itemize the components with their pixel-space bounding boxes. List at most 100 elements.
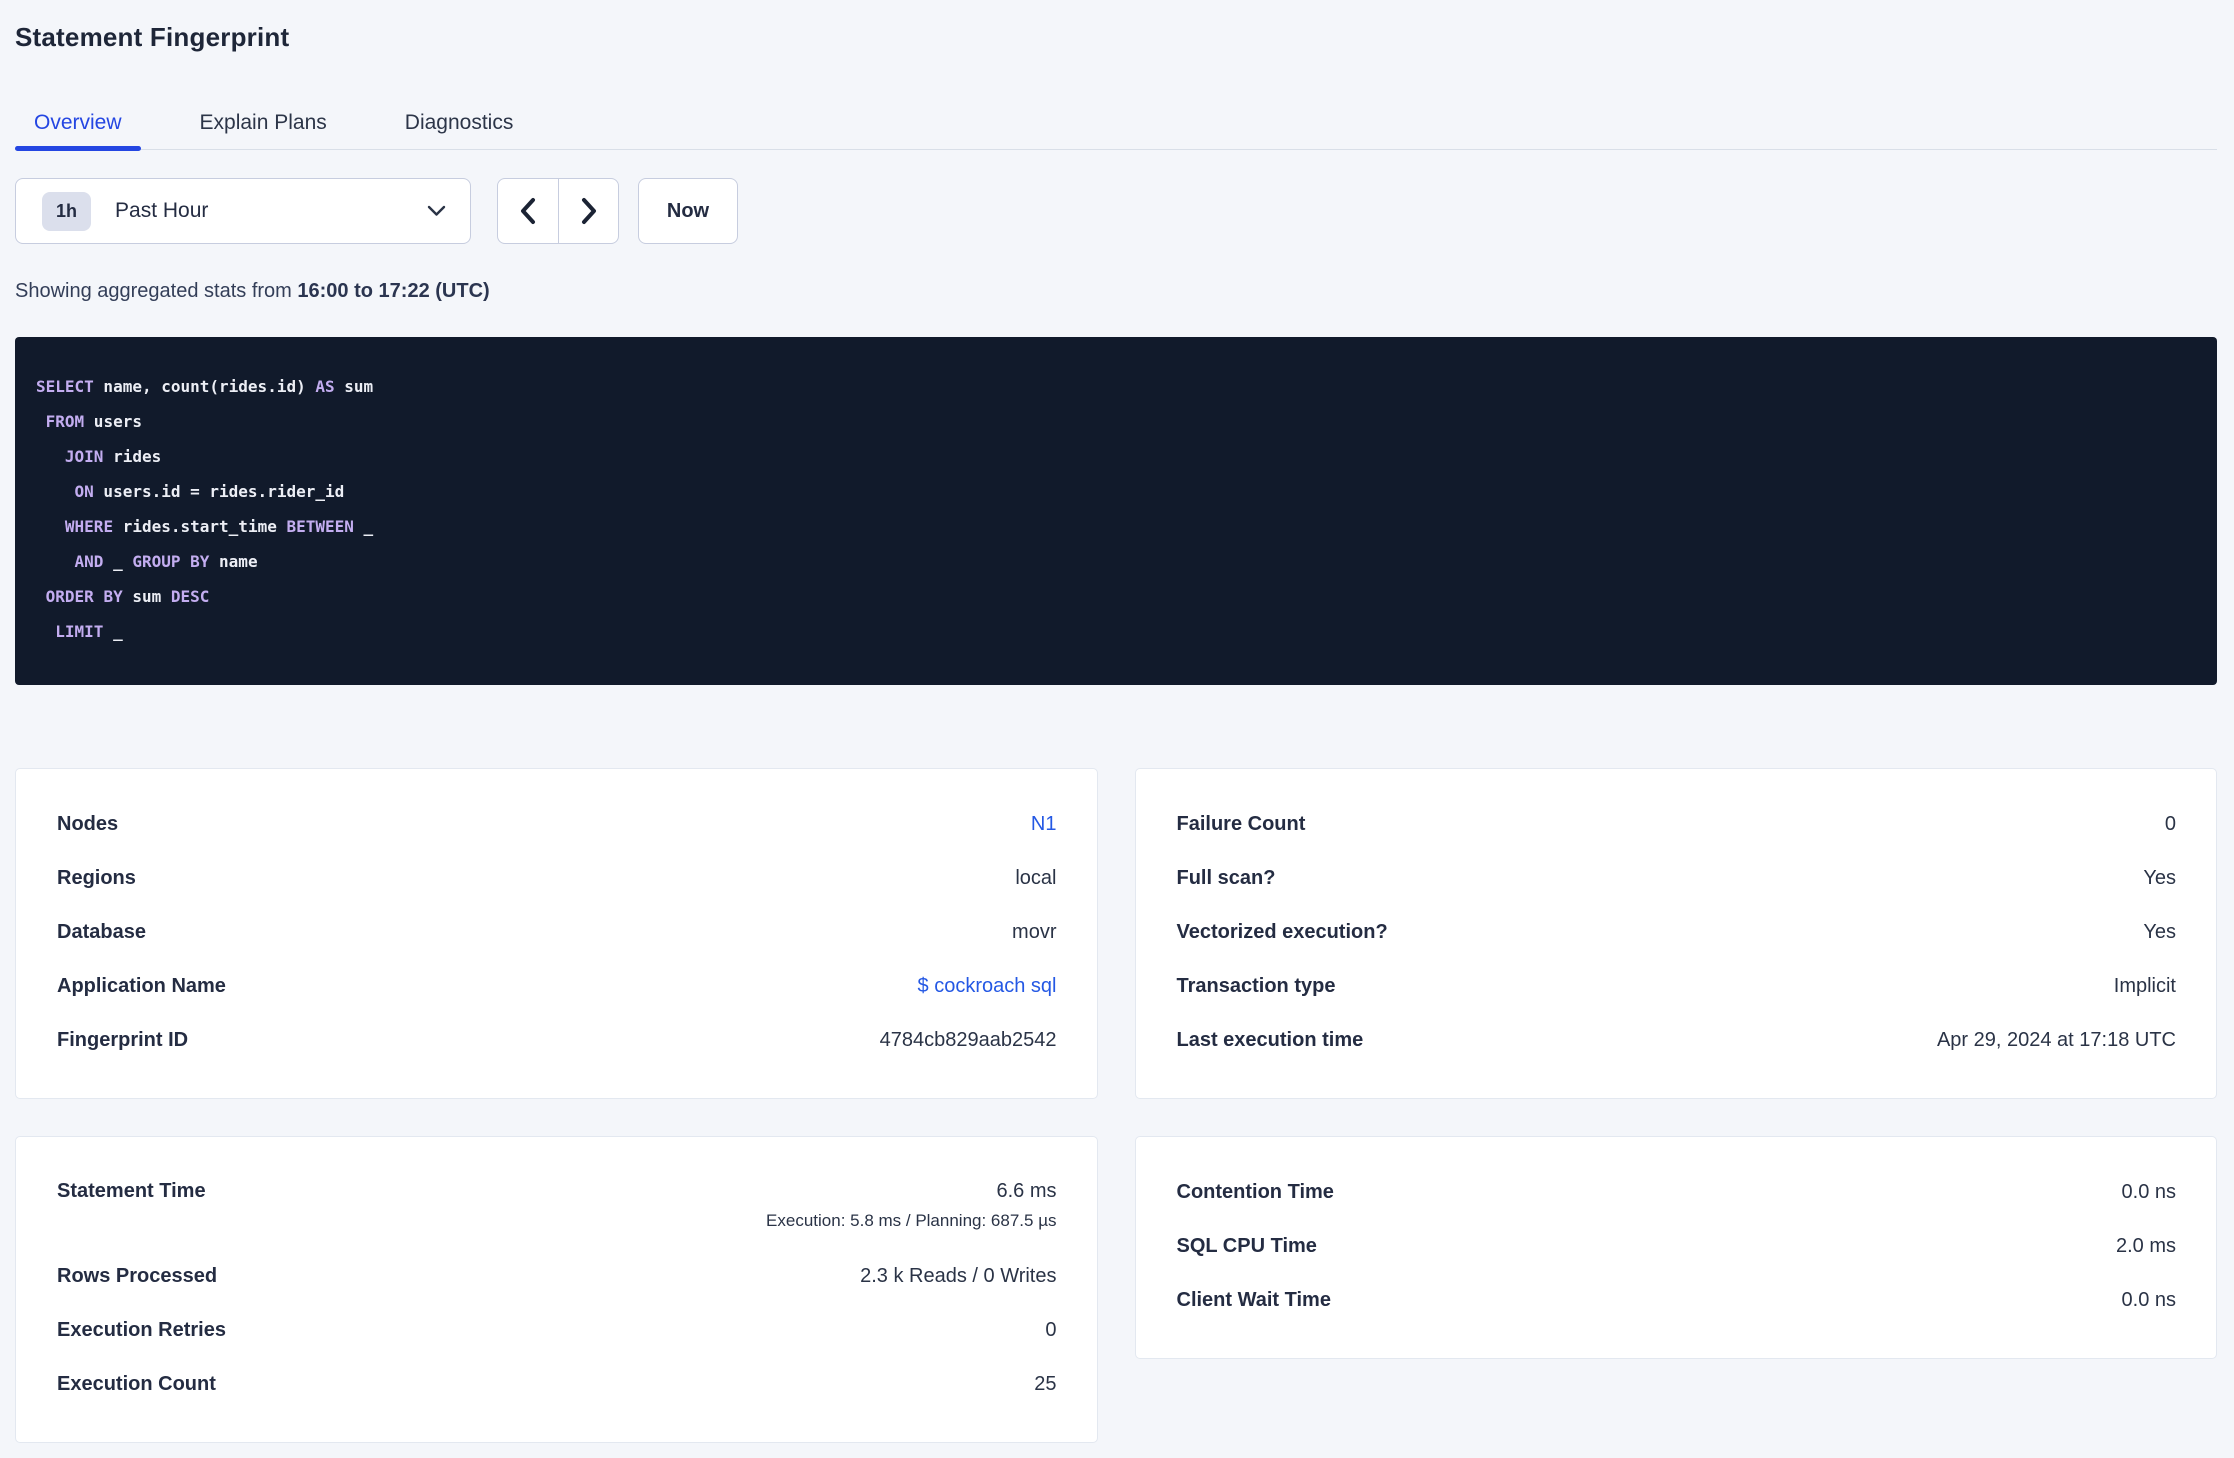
row-label: Fingerprint ID [57,1028,189,1051]
row-value-block: 6.6 ms Execution: 5.8 ms / Planning: 687.… [766,1178,1056,1233]
row-value-block: 0 [2165,811,2176,838]
row-value: 0 [1045,1318,1057,1341]
aggregated-stats-range: 16:00 to 17:22 (UTC) [297,280,490,302]
sql-line: JOIN rides [36,439,2193,474]
sql-statement-box: SELECT name, count(rides.id) AS sum FROM… [15,337,2217,685]
card-row: SQL CPU Time 2.0 ms [1177,1219,2177,1273]
sql-keyword: BETWEEN [286,517,354,536]
tab-diagnostics[interactable]: Diagnostics [386,99,533,149]
time-step-buttons [497,178,619,244]
row-value-block: $ cockroach sql [918,973,1057,1000]
row-value-block: N1 [1031,811,1057,838]
sql-line: WHERE rides.start_time BETWEEN _ [36,509,2193,544]
row-label: Client Wait Time [1176,1288,1331,1311]
row-value-block: 0.0 ns [2122,1287,2176,1314]
tab-bar: Overview Explain Plans Diagnostics [15,99,2217,151]
aggregated-stats-line: Showing aggregated stats from 16:00 to 1… [15,280,2217,303]
card-row: Database movr [57,905,1057,959]
sql-line: SELECT name, count(rides.id) AS sum [36,369,2193,404]
next-time-button[interactable] [558,179,618,243]
row-value-link[interactable]: N1 [1031,811,1057,838]
page-title: Statement Fingerprint [15,22,290,52]
row-label: Nodes [57,812,119,835]
row-value: 0.0 ns [2121,1180,2176,1203]
row-value-block: local [1015,865,1056,892]
time-range-label: Past Hour [115,199,209,222]
sql-text: rides [103,447,162,466]
row-value: Implicit [2113,974,2176,997]
time-range-badge: 1h [42,191,92,231]
now-button[interactable]: Now [638,178,738,244]
card-row: Execution Count 25 [57,1357,1057,1411]
row-label: Database [57,920,146,943]
row-label: Contention Time [1176,1180,1334,1203]
sql-text: name [209,552,258,571]
sql-text: name, count(rides.id) [93,377,316,396]
row-label: Full scan? [1176,866,1276,889]
card-row: Transaction type Implicit [1177,959,2177,1013]
row-value-block: movr [1012,919,1056,946]
card-row: Contention Time 0.0 ns [1177,1165,2177,1219]
card-row: Rows Processed 2.3 k Reads / 0 Writes [57,1249,1057,1303]
card-row: Fingerprint ID 4784cb829aab2542 [57,1013,1057,1067]
row-label: Vectorized execution? [1176,920,1388,943]
sql-text: users [84,412,142,431]
row-value-block: 25 [1034,1371,1056,1398]
sql-line: ON users.id = rides.rider_id [36,474,2193,509]
sql-line: ORDER BY sum DESC [36,579,2193,614]
arrow-left-icon [519,197,537,225]
row-value-block: Implicit [2114,973,2176,1000]
row-value: 0 [2164,812,2176,835]
card-row: Application Name $ cockroach sql [57,959,1057,1013]
statement-fingerprint-page: Statement Fingerprint Overview Explain Pl… [0,22,2234,1443]
row-value: 0.0 ns [2121,1288,2176,1311]
sql-text: _ [103,552,133,571]
timing-cards-row: Statement Time 6.6 ms Execution: 5.8 ms / … [15,1136,2217,1443]
execution-attributes-card: Failure Count 0 Full scan? Yes Vectorized ex… [1134,768,2217,1099]
card-row: Statement Time 6.6 ms Execution: 5.8 ms / … [57,1165,1057,1249]
prev-time-button[interactable] [498,179,558,243]
row-value: 2.0 ms [2115,1234,2176,1257]
card-row: Nodes N1 [57,797,1057,851]
row-value: movr [1012,920,1057,943]
sql-keyword: LIMIT [55,622,104,641]
sql-text: rides.start_time [113,517,287,536]
sql-keyword: WHERE [64,517,114,536]
row-value-block: 2.3 k Reads / 0 Writes [860,1263,1056,1290]
row-label: Last execution time [1176,1028,1364,1051]
time-range-dropdown[interactable]: 1h Past Hour [15,178,471,244]
row-value: Yes [2143,920,2176,943]
row-value: Apr 29, 2024 at 17:18 UTC [1936,1028,2176,1051]
sql-keyword: JOIN [64,447,104,466]
row-value-block: 2.0 ms [2116,1233,2176,1260]
sql-keyword: AS [315,377,335,396]
sql-text: _ [103,622,123,641]
aggregated-stats-prefix: Showing aggregated stats from [15,280,298,302]
row-value: 2.3 k Reads / 0 Writes [860,1264,1057,1287]
row-value-block: Apr 29, 2024 at 17:18 UTC [1937,1027,2176,1054]
sql-keyword: SELECT [36,377,94,396]
sql-keyword: ORDER BY [45,587,123,606]
row-value-block: 0 [1045,1317,1056,1344]
sql-line: AND _ GROUP BY name [36,544,2193,579]
card-row: Regions local [57,851,1057,905]
row-value-block: Yes [2143,865,2176,892]
row-value-link[interactable]: $ cockroach sql [918,973,1057,1000]
row-value: 25 [1034,1372,1057,1395]
card-row: Vectorized execution? Yes [1177,905,2177,959]
row-label: Execution Retries [57,1318,226,1341]
chevron-down-icon [427,205,446,217]
row-label: Failure Count [1176,812,1306,835]
row-label: Rows Processed [57,1264,218,1287]
tab-overview[interactable]: Overview [15,99,141,151]
row-value: Yes [2143,866,2176,889]
overview-cards-row: Nodes N1 Regions local Database movr Applicati… [15,768,2217,1099]
card-row: Execution Retries 0 [57,1303,1057,1357]
sql-keyword: FROM [45,412,85,431]
sql-keyword: DESC [170,587,210,606]
tab-explain-plans[interactable]: Explain Plans [181,99,346,149]
arrow-right-icon [580,197,598,225]
